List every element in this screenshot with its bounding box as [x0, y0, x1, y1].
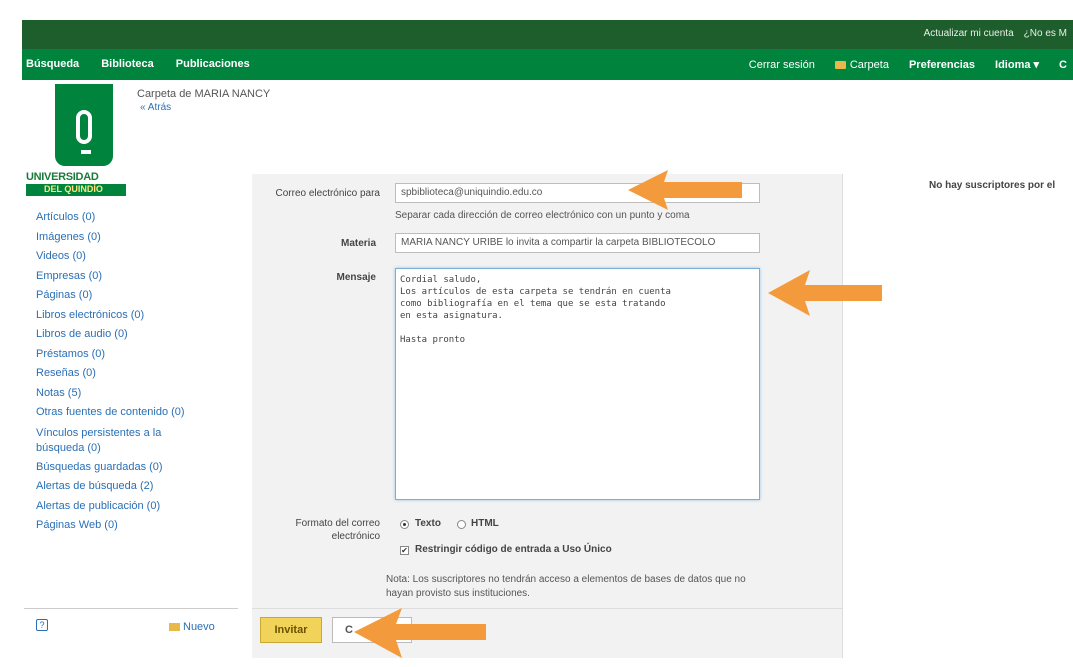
- arrow-annotation-invite: [354, 608, 486, 658]
- message-textarea[interactable]: Cordial saludo, Los artículos de esta ca…: [395, 268, 760, 500]
- sidebar-item[interactable]: Libros electrónicos (0): [36, 306, 236, 326]
- format-text-radio[interactable]: [400, 520, 409, 529]
- nav-search[interactable]: Búsqueda: [26, 58, 79, 70]
- new-folder-link[interactable]: Nuevo: [169, 621, 215, 633]
- subscribers-panel: [842, 174, 1073, 658]
- help-icon[interactable]: ?: [36, 619, 48, 631]
- top-links: Actualizar mi cuenta ¿No es M: [924, 28, 1067, 39]
- update-account-link[interactable]: Actualizar mi cuenta: [924, 28, 1014, 39]
- sidebar-item[interactable]: Páginas Web (0): [36, 516, 236, 536]
- nav-publications[interactable]: Publicaciones: [176, 58, 250, 70]
- preferences-link[interactable]: Preferencias: [909, 59, 975, 71]
- arrow-annotation-message: [768, 270, 882, 316]
- sidebar-item[interactable]: Otras fuentes de contenido (0): [36, 403, 236, 423]
- university-name: UNIVERSIDAD: [26, 171, 99, 183]
- no-subscribers-text: No hay suscriptores por el: [929, 180, 1056, 191]
- folder-sidebar: Artículos (0) Imágenes (0) Videos (0) Em…: [36, 208, 236, 536]
- back-link[interactable]: « Atrás: [140, 102, 171, 113]
- main-navbar: Búsqueda Biblioteca Publicaciones Cerrar…: [22, 49, 1073, 80]
- format-label-line2: electrónico: [331, 531, 380, 542]
- logo-mark-base: [81, 150, 91, 154]
- folder-title: Carpeta de MARIA NANCY: [137, 88, 271, 100]
- university-logo: [55, 84, 113, 166]
- restrict-label: Restringir código de entrada a Uso Único: [415, 544, 612, 555]
- sidebar-item[interactable]: Notas (5): [36, 384, 236, 404]
- sidebar-item[interactable]: Artículos (0): [36, 208, 236, 228]
- university-subtitle: DEL QUINDÍO: [26, 184, 126, 196]
- folder-link[interactable]: Carpeta: [834, 59, 889, 71]
- folder-icon: [834, 60, 846, 69]
- format-html-radio[interactable]: [457, 520, 466, 529]
- note-line-2: hayan provisto sus instituciones.: [386, 588, 530, 599]
- logo-mark: [76, 110, 92, 144]
- sidebar-item[interactable]: Reseñas (0): [36, 364, 236, 384]
- sidebar-item[interactable]: Búsquedas guardadas (0): [36, 458, 236, 478]
- sidebar-item[interactable]: Alertas de publicación (0): [36, 497, 236, 517]
- format-html-label: HTML: [471, 518, 499, 529]
- subject-field[interactable]: MARIA NANCY URIBE lo invita a compartir …: [395, 233, 760, 253]
- message-label: Mensaje: [336, 272, 376, 283]
- arrow-annotation-email: [628, 170, 742, 210]
- restrict-checkbox[interactable]: ✔: [400, 546, 409, 555]
- format-label-line1: Formato del correo: [295, 518, 380, 529]
- sidebar-item[interactable]: Libros de audio (0): [36, 325, 236, 345]
- sidebar-item[interactable]: Préstamos (0): [36, 345, 236, 365]
- subject-label: Materia: [340, 238, 376, 249]
- format-text-label: Texto: [415, 518, 441, 529]
- sidebar-item[interactable]: Alertas de búsqueda (2): [36, 477, 236, 497]
- sidebar-item[interactable]: Vínculos persistentes a la búsqueda (0): [36, 423, 166, 458]
- invite-button[interactable]: Invitar: [260, 617, 322, 643]
- sidebar-item[interactable]: Páginas (0): [36, 286, 236, 306]
- sidebar-item[interactable]: Imágenes (0): [36, 228, 236, 248]
- logout-link[interactable]: Cerrar sesión: [749, 59, 815, 71]
- nav-cut-item[interactable]: C: [1059, 59, 1067, 71]
- sidebar-footer: ? Nuevo: [24, 608, 238, 658]
- email-label: Correo electrónico para: [275, 188, 381, 199]
- nav-library[interactable]: Biblioteca: [101, 58, 154, 70]
- sidebar-item[interactable]: Videos (0): [36, 247, 236, 267]
- note-line-1: Nota: Los suscriptores no tendrán acceso…: [386, 574, 746, 585]
- language-menu[interactable]: Idioma ▾: [995, 58, 1039, 71]
- top-utility-bar: Actualizar mi cuenta ¿No es M: [22, 20, 1073, 49]
- not-user-link[interactable]: ¿No es M: [1024, 28, 1067, 39]
- subscriber-note: Nota: Los suscriptores no tendrán acceso…: [386, 573, 846, 601]
- sidebar-item[interactable]: Empresas (0): [36, 267, 236, 287]
